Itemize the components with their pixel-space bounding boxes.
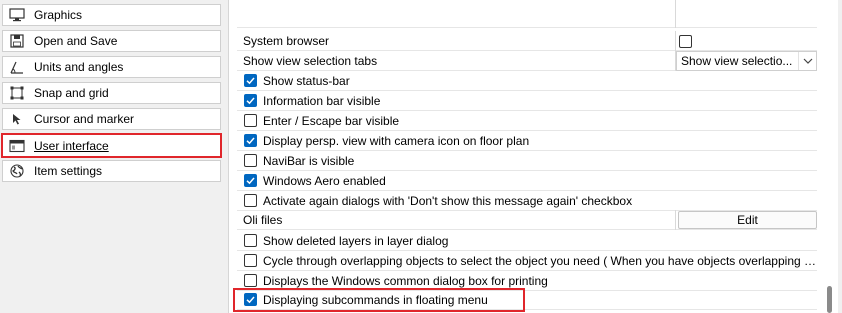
sidebar-item-label: User interface [34,138,109,153]
scrollbar-thumb[interactable] [827,286,832,313]
setting-activate-again-dialogs: Activate again dialogs with 'Don't show … [237,191,817,211]
windows-aero-checkbox[interactable] [244,174,257,187]
chevron-down-icon[interactable] [798,52,816,70]
settings-category-sidebar: Graphics Open and Save Units and angles … [0,0,225,313]
setting-label: System browser [243,33,330,48]
sidebar-item-user-interface[interactable]: User interface [1,133,222,158]
settings-list: System browser Show view selection tabs … [229,0,824,313]
information-bar-checkbox[interactable] [244,94,257,107]
sidebar-item-cursor-and-marker[interactable]: Cursor and marker [2,108,221,130]
sidebar-item-units-and-angles[interactable]: Units and angles [2,56,221,78]
globe-icon [9,163,25,179]
sidebar-item-item-settings[interactable]: Item settings [2,160,221,182]
enter-escape-bar-checkbox[interactable] [244,114,257,127]
angle-icon [9,59,25,75]
setting-label: Displaying subcommands in floating menu [263,292,488,307]
system-browser-checkbox[interactable] [679,34,692,48]
setting-label: NaviBar is visible [263,153,355,168]
setting-information-bar-visible: Information bar visible [237,91,817,111]
table-row [237,0,817,28]
setting-label: Enter / Escape bar visible [263,113,400,128]
sidebar-item-label: Item settings [34,164,103,178]
setting-navibar-visible: NaviBar is visible [237,151,817,171]
setting-system-browser: System browser [237,31,817,51]
sidebar-item-label: Cursor and marker [34,112,135,126]
sidebar-item-label: Open and Save [34,34,118,48]
setting-label: Show status-bar [263,73,350,88]
setting-label: Activate again dialogs with 'Don't show … [263,193,633,208]
windows-common-dialog-checkbox[interactable] [244,274,257,287]
setting-show-view-selection-tabs: Show view selection tabs Show view selec… [237,51,817,71]
monitor-icon [9,7,25,23]
sidebar-item-open-and-save[interactable]: Open and Save [2,30,221,52]
user-interface-settings-panel: System browser Show view selection tabs … [228,0,838,313]
navibar-checkbox[interactable] [244,154,257,167]
setting-subcommands-floating-menu: Displaying subcommands in floating menu [237,290,817,310]
sidebar-item-label: Snap and grid [34,86,109,100]
setting-windows-common-dialog: Displays the Windows common dialog box f… [237,271,817,291]
setting-enter-escape-bar-visible: Enter / Escape bar visible [237,111,817,131]
setting-label: Show view selection tabs [243,53,378,68]
sidebar-item-graphics[interactable]: Graphics [2,4,221,26]
setting-cycle-overlapping-objects: Cycle through overlapping objects to sel… [237,251,817,271]
setting-show-deleted-layers: Show deleted layers in layer dialog [237,231,817,251]
setting-label: Information bar visible [263,93,381,108]
setting-label: Cycle through overlapping objects to sel… [263,253,817,268]
show-status-bar-checkbox[interactable] [244,74,257,87]
vertical-scrollbar[interactable] [825,0,838,313]
setting-label: Displays the Windows common dialog box f… [263,273,548,288]
display-persp-view-checkbox[interactable] [244,134,257,147]
cycle-overlapping-checkbox[interactable] [244,254,257,267]
snap-grid-icon [9,85,25,101]
setting-display-persp-view: Display persp. view with camera icon on … [237,131,817,151]
oli-files-edit-button[interactable]: Edit [678,211,817,229]
cursor-icon [9,111,25,127]
show-deleted-layers-checkbox[interactable] [244,234,257,247]
subcommands-floating-menu-checkbox[interactable] [244,293,257,306]
setting-windows-aero-enabled: Windows Aero enabled [237,171,817,191]
sidebar-item-snap-and-grid[interactable]: Snap and grid [2,82,221,104]
sidebar-item-label: Units and angles [34,60,124,74]
activate-again-dialogs-checkbox[interactable] [244,194,257,207]
setting-label: Windows Aero enabled [263,173,386,188]
setting-oli-files: Oli files Edit [237,210,817,230]
setting-label: Show deleted layers in layer dialog [263,233,449,248]
window-icon [9,138,25,154]
view-selection-dropdown[interactable]: Show view selectio... [676,51,817,71]
sidebar-item-label: Graphics [34,8,83,22]
dropdown-selected-value: Show view selectio... [681,54,793,68]
setting-show-status-bar: Show status-bar [237,71,817,91]
disk-icon [9,33,25,49]
setting-label: Display persp. view with camera icon on … [263,133,530,148]
setting-label: Oli files [243,212,283,227]
